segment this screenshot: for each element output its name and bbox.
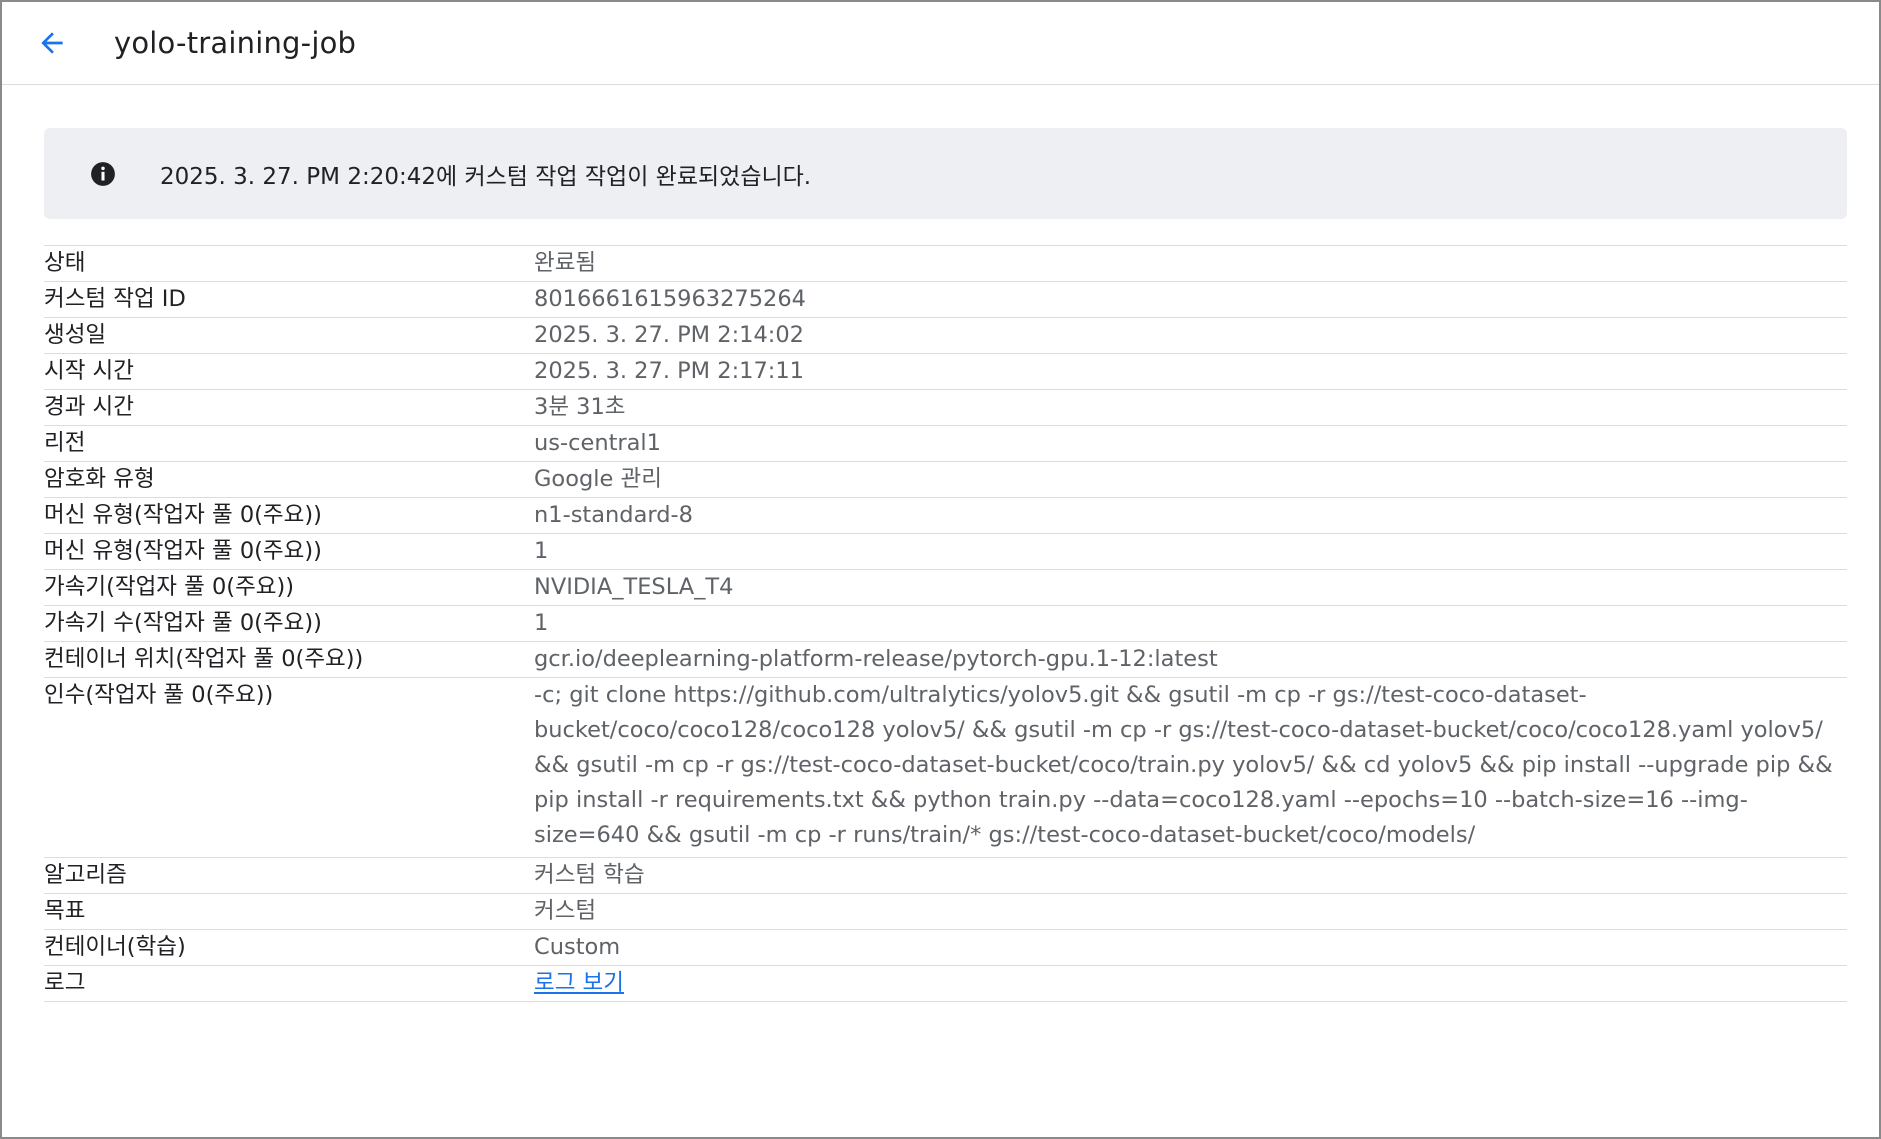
detail-row-accelerator-count: 가속기 수(작업자 풀 0(주요)) 1: [44, 605, 1847, 642]
detail-row-logs: 로그 로그 보기: [44, 965, 1847, 1002]
page-header: yolo-training-job: [2, 2, 1879, 85]
machine-type-value: n1-standard-8: [534, 497, 1847, 534]
detail-label: 암호화 유형: [44, 461, 534, 498]
detail-label: 가속기 수(작업자 풀 0(주요)): [44, 605, 534, 642]
detail-row-accelerator: 가속기(작업자 풀 0(주요)) NVIDIA_TESLA_T4: [44, 569, 1847, 606]
detail-label: 머신 유형(작업자 풀 0(주요)): [44, 533, 534, 570]
detail-label: 로그: [44, 965, 534, 1002]
info-icon: [90, 161, 116, 187]
detail-row-elapsed: 경과 시간 3분 31초: [44, 389, 1847, 426]
accelerator-count-value: 1: [534, 605, 1847, 642]
machine-count-value: 1: [534, 533, 1847, 570]
detail-row-job-id: 커스텀 작업 ID 8016661615963275264: [44, 281, 1847, 318]
page-title: yolo-training-job: [114, 26, 357, 60]
container-value: Custom: [534, 929, 1847, 966]
detail-row-encryption: 암호화 유형 Google 관리: [44, 461, 1847, 498]
detail-row-status: 상태 완료됨: [44, 245, 1847, 282]
banner-message: 2025. 3. 27. PM 2:20:42에 커스텀 작업 작업이 완료되었…: [160, 163, 812, 190]
detail-row-algorithm: 알고리즘 커스텀 학습: [44, 857, 1847, 894]
detail-label: 머신 유형(작업자 풀 0(주요)): [44, 497, 534, 534]
created-value: 2025. 3. 27. PM 2:14:02: [534, 317, 1847, 354]
elapsed-value: 3분 31초: [534, 389, 1847, 426]
detail-label: 컨테이너 위치(작업자 풀 0(주요)): [44, 641, 534, 678]
detail-label: 인수(작업자 풀 0(주요)): [44, 677, 534, 858]
detail-row-start-time: 시작 시간 2025. 3. 27. PM 2:17:11: [44, 353, 1847, 390]
status-value: 완료됨: [534, 245, 1847, 282]
region-value: us-central1: [534, 425, 1847, 462]
encryption-value: Google 관리: [534, 461, 1847, 498]
detail-label: 가속기(작업자 풀 0(주요)): [44, 569, 534, 606]
detail-row-created: 생성일 2025. 3. 27. PM 2:14:02: [44, 317, 1847, 354]
main-content: 2025. 3. 27. PM 2:20:42에 커스텀 작업 작업이 완료되었…: [2, 85, 1879, 1002]
detail-row-region: 리전 us-central1: [44, 425, 1847, 462]
detail-label: 커스텀 작업 ID: [44, 281, 534, 318]
accelerator-value: NVIDIA_TESLA_T4: [534, 569, 1847, 606]
job-details-table: 상태 완료됨 커스텀 작업 ID 8016661615963275264 생성일…: [44, 245, 1847, 1002]
detail-row-args: 인수(작업자 풀 0(주요)) -c; git clone https://gi…: [44, 677, 1847, 858]
back-button[interactable]: [32, 23, 72, 63]
view-logs-link[interactable]: 로그 보기: [534, 970, 624, 996]
detail-label: 경과 시간: [44, 389, 534, 426]
detail-label: 생성일: [44, 317, 534, 354]
objective-value: 커스텀: [534, 893, 1847, 930]
start-time-value: 2025. 3. 27. PM 2:17:11: [534, 353, 1847, 390]
detail-row-container-location: 컨테이너 위치(작업자 풀 0(주요)) gcr.io/deeplearning…: [44, 641, 1847, 678]
container-location-value: gcr.io/deeplearning-platform-release/pyt…: [534, 641, 1847, 678]
detail-row-objective: 목표 커스텀: [44, 893, 1847, 930]
info-banner: 2025. 3. 27. PM 2:20:42에 커스텀 작업 작업이 완료되었…: [44, 128, 1847, 219]
detail-row-machine-type: 머신 유형(작업자 풀 0(주요)) n1-standard-8: [44, 497, 1847, 534]
detail-label: 시작 시간: [44, 353, 534, 390]
args-value: -c; git clone https://github.com/ultraly…: [534, 677, 1847, 858]
logs-cell: 로그 보기: [534, 965, 1847, 1002]
job-id-value: 8016661615963275264: [534, 281, 1847, 318]
app-window: yolo-training-job 2025. 3. 27. PM 2:20:4…: [0, 0, 1881, 1139]
detail-row-machine-count: 머신 유형(작업자 풀 0(주요)) 1: [44, 533, 1847, 570]
detail-row-container: 컨테이너(학습) Custom: [44, 929, 1847, 966]
detail-label: 상태: [44, 245, 534, 282]
detail-label: 목표: [44, 893, 534, 930]
detail-label: 컨테이너(학습): [44, 929, 534, 966]
detail-label: 알고리즘: [44, 857, 534, 894]
arrow-back-icon: [41, 32, 63, 54]
detail-label: 리전: [44, 425, 534, 462]
algorithm-value: 커스텀 학습: [534, 857, 1847, 894]
